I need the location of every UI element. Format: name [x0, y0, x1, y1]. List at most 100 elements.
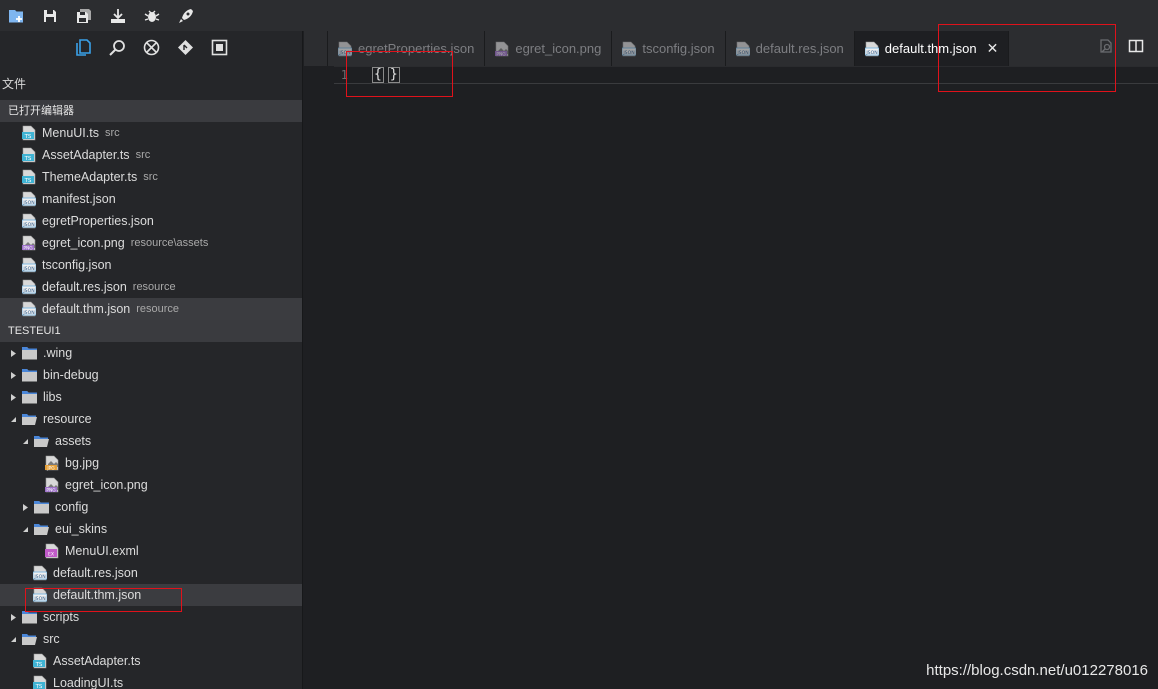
- tree-folder[interactable]: resource: [0, 408, 302, 430]
- open-editor-item[interactable]: TS MenuUI.ts src: [0, 122, 302, 144]
- open-editor-item[interactable]: JSON tsconfig.json: [0, 254, 302, 276]
- chevron-right-icon[interactable]: [8, 348, 18, 358]
- annotation-box-tree-file: [25, 588, 182, 612]
- folder-icon: [21, 610, 38, 624]
- open-editor-item[interactable]: TS ThemeAdapter.ts src: [0, 166, 302, 188]
- png-file-icon: PNG: [22, 235, 36, 251]
- open-editor-item[interactable]: JSON egretProperties.json: [0, 210, 302, 232]
- tab-tsconfig-json[interactable]: JSON tsconfig.json: [612, 31, 726, 66]
- svg-text:PNG: PNG: [23, 245, 33, 251]
- explorer-icon[interactable]: [74, 39, 92, 57]
- svg-text:TS: TS: [35, 662, 43, 668]
- open-editor-label: AssetAdapter.ts: [42, 148, 130, 162]
- tree-item-label: MenuUI.exml: [65, 544, 139, 558]
- split-editor-icon[interactable]: [1128, 38, 1144, 59]
- save-icon[interactable]: [40, 6, 60, 26]
- annotation-box-code: [346, 51, 453, 97]
- sidebar-title: 文件: [2, 77, 27, 91]
- svg-text:JPG: JPG: [46, 465, 55, 471]
- project-header[interactable]: TESTEUI1: [0, 320, 302, 342]
- chevron-right-icon[interactable]: [20, 502, 30, 512]
- tree-folder[interactable]: src: [0, 628, 302, 650]
- svg-text:TS: TS: [24, 156, 32, 162]
- new-project-icon[interactable]: [6, 6, 26, 26]
- tree-file[interactable]: TS LoadingUI.ts: [0, 672, 302, 689]
- json-file-icon: JSON: [22, 191, 36, 207]
- chevron-down-icon[interactable]: [8, 634, 18, 644]
- svg-text:TS: TS: [24, 178, 32, 184]
- svg-text:JSON: JSON: [22, 266, 34, 272]
- open-editor-label: egret_icon.png: [42, 236, 125, 250]
- tree-folder[interactable]: assets: [0, 430, 302, 452]
- tab-label: egret_icon.png: [515, 41, 602, 56]
- tree-file[interactable]: TS AssetAdapter.ts: [0, 650, 302, 672]
- folder-open-icon: [33, 522, 50, 536]
- chevron-right-icon[interactable]: [8, 392, 18, 402]
- svg-text:PNG: PNG: [46, 487, 56, 493]
- svg-text:PNG: PNG: [497, 51, 507, 57]
- tree-folder[interactable]: eui_skins: [0, 518, 302, 540]
- open-editor-path: resource: [136, 303, 180, 315]
- debug-icon[interactable]: [142, 39, 160, 57]
- tree-folder[interactable]: .wing: [0, 342, 302, 364]
- chevron-right-icon[interactable]: [8, 370, 18, 380]
- code-editor[interactable]: 1 {}: [304, 66, 1158, 689]
- open-editors-list: TS MenuUI.ts src TS AssetAdapter.ts src TS Them…: [0, 122, 302, 320]
- tree-item-label: AssetAdapter.ts: [53, 654, 141, 668]
- open-editor-item[interactable]: JSON default.res.json resource: [0, 276, 302, 298]
- tree-file[interactable]: EX MenuUI.exml: [0, 540, 302, 562]
- git-icon[interactable]: [176, 39, 194, 57]
- tab-label: tsconfig.json: [642, 41, 715, 56]
- run-icon[interactable]: [176, 6, 196, 26]
- open-editor-path: src: [143, 171, 158, 183]
- json-file-icon: JSON: [864, 41, 879, 57]
- ts-file-icon: TS: [22, 169, 36, 185]
- json-file-icon: JSON: [22, 213, 36, 229]
- svg-text:TS: TS: [35, 684, 43, 689]
- open-editor-item[interactable]: TS AssetAdapter.ts src: [0, 144, 302, 166]
- open-editor-label: ThemeAdapter.ts: [42, 170, 138, 184]
- tab-egret-icon-png[interactable]: PNG egret_icon.png: [485, 31, 613, 66]
- tree-folder[interactable]: bin-debug: [0, 364, 302, 386]
- tree-folder[interactable]: libs: [0, 386, 302, 408]
- open-editor-label: manifest.json: [42, 192, 116, 206]
- search-icon[interactable]: [108, 39, 126, 57]
- chevron-down-icon[interactable]: [20, 524, 30, 534]
- sidebar-activity-icons: [0, 31, 302, 64]
- open-editor-item[interactable]: PNG egret_icon.png resource\assets: [0, 232, 302, 254]
- svg-text:JSON: JSON: [736, 50, 748, 56]
- project-tree: .wing bin-debug libs resource assets JPG bg.jp…: [0, 342, 302, 689]
- tab-default-res-json[interactable]: JSON default.res.json: [726, 31, 855, 66]
- tree-item-label: bg.jpg: [65, 456, 100, 470]
- json-file-icon: JSON: [735, 41, 750, 57]
- tree-item-label: default.res.json: [53, 566, 138, 580]
- svg-text:JSON: JSON: [22, 222, 34, 228]
- tree-file[interactable]: JPG bg.jpg: [0, 452, 302, 474]
- ts-file-icon: TS: [33, 653, 47, 669]
- publish-icon[interactable]: [108, 6, 128, 26]
- tree-file[interactable]: PNG egret_icon.png: [0, 474, 302, 496]
- png-file-icon: PNG: [45, 477, 59, 493]
- svg-text:JSON: JSON: [22, 310, 34, 316]
- svg-text:JSON: JSON: [623, 50, 635, 56]
- tree-item-label: assets: [55, 434, 92, 448]
- open-editor-label: default.thm.json: [42, 302, 131, 316]
- open-editor-path: src: [135, 149, 151, 161]
- extensions-icon[interactable]: [210, 39, 228, 57]
- json-file-icon: JSON: [622, 41, 637, 57]
- chevron-right-icon[interactable]: [8, 612, 18, 622]
- open-editor-path: src: [104, 127, 120, 139]
- chevron-down-icon[interactable]: [20, 436, 30, 446]
- save-all-icon[interactable]: [74, 6, 94, 26]
- tree-folder[interactable]: config: [0, 496, 302, 518]
- chevron-down-icon[interactable]: [8, 414, 18, 424]
- tree-file[interactable]: JSON default.res.json: [0, 562, 302, 584]
- open-editor-item[interactable]: JSON manifest.json: [0, 188, 302, 210]
- folder-icon: [33, 500, 50, 514]
- open-editors-header[interactable]: 已打开编辑器: [0, 100, 302, 122]
- tree-item-label: LoadingUI.ts: [53, 676, 124, 689]
- open-editor-item[interactable]: JSON default.thm.json resource: [0, 298, 302, 320]
- watermark: https://blog.csdn.net/u012278016: [926, 662, 1148, 679]
- debug-icon[interactable]: [142, 6, 162, 26]
- json-file-icon: JSON: [22, 257, 36, 273]
